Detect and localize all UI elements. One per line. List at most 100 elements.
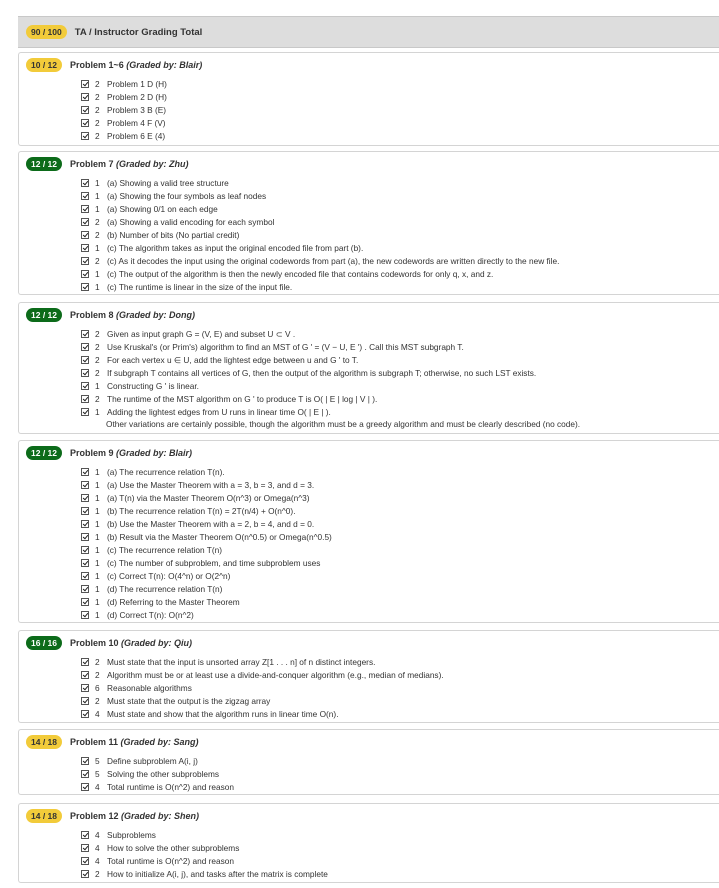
rubric-item: 1 (d) Correct T(n): O(n^2) (81, 608, 719, 621)
grading-section: 12 / 12 Problem 7 (Graded by: Zhu) 1 (a) Sh… (18, 151, 719, 295)
grader-label: (Graded by: Shen) (121, 811, 200, 821)
rubric-item: 4 Total runtime is O(n^2) and reason (81, 780, 719, 793)
rubric-points: 2 (95, 354, 100, 365)
grading-section: 14 / 18 Problem 11 (Graded by: Sang) 5 Defi… (18, 729, 719, 795)
rubric-list: 2 Must state that the input is unsorted a… (81, 655, 719, 720)
rubric-description: Problem 4 F (V) (107, 117, 166, 128)
rubric-description: (b) Number of bits (No partial credit) (107, 229, 240, 240)
checked-checkbox-icon (81, 571, 89, 580)
checked-checkbox-icon (81, 756, 89, 765)
rubric-item: 2 Problem 4 F (V) (81, 116, 719, 129)
rubric-item: 1 Adding the lightest edges from U runs i… (81, 405, 719, 418)
checked-checkbox-icon (81, 480, 89, 489)
rubric-item: 1 (c) The output of the algorithm is then… (81, 267, 719, 280)
rubric-points: 1 (95, 609, 100, 620)
section-title: Problem 9 (Graded by: Blair) (70, 448, 192, 458)
rubric-points: 1 (95, 518, 100, 529)
rubric-points: 1 (95, 242, 100, 253)
checked-checkbox-icon (81, 191, 89, 200)
section-score-badge: 14 / 18 (26, 809, 62, 823)
total-score-badge: 90 / 100 (26, 25, 67, 39)
section-header: 12 / 12 Problem 7 (Graded by: Zhu) (19, 152, 719, 176)
rubric-item: 2 (a) Showing a valid encoding for each s… (81, 215, 719, 228)
rubric-description: (a) The recurrence relation T(n). (107, 466, 225, 477)
rubric-description: Define subproblem A(i, j) (107, 755, 198, 766)
rubric-item: 2 Problem 6 E (4) (81, 129, 719, 142)
rubric-points: 5 (95, 768, 100, 779)
rubric-description: (d) The recurrence relation T(n) (107, 583, 223, 594)
rubric-description: (a) Showing 0/1 on each edge (107, 203, 218, 214)
rubric-item: 4 Subproblems (81, 828, 719, 841)
problem-name: Problem 10 (70, 638, 122, 648)
section-score-badge: 16 / 16 (26, 636, 62, 650)
rubric-description: (a) Use the Master Theorem with a = 3, b… (107, 479, 315, 490)
rubric-description: For each vertex u ∈ U, add the lightest … (107, 354, 359, 365)
rubric-points: 1 (95, 380, 100, 391)
rubric-description: (c) The recurrence relation T(n) (107, 544, 222, 555)
rubric-description: (a) Showing a valid encoding for each sy… (107, 216, 275, 227)
rubric-points: 4 (95, 842, 100, 853)
rubric-points: 1 (95, 268, 100, 279)
checked-checkbox-icon (81, 558, 89, 567)
rubric-points: 1 (95, 479, 100, 490)
problem-name: Problem 9 (70, 448, 117, 458)
checked-checkbox-icon (81, 178, 89, 187)
section-score-badge: 12 / 12 (26, 446, 62, 460)
rubric-description: Problem 3 B (E) (107, 104, 167, 115)
rubric-description: (c) The runtime is linear in the size of… (107, 281, 293, 292)
rubric-points: 5 (95, 755, 100, 766)
checked-checkbox-icon (81, 696, 89, 705)
rubric-points: 1 (95, 531, 100, 542)
rubric-points: 4 (95, 781, 100, 792)
rubric-points: 1 (95, 583, 100, 594)
rubric-points: 2 (95, 229, 100, 240)
rubric-points: 4 (95, 708, 100, 719)
rubric-item: 2 For each vertex u ∈ U, add the lightest… (81, 353, 719, 366)
rubric-item: 1 (c) Correct T(n): O(4^n) or O(2^n) (81, 569, 719, 582)
rubric-list: 4 Subproblems 4 How to solve the other subp… (81, 828, 719, 880)
rubric-item: 1 (a) Showing 0/1 on each edge (81, 202, 719, 215)
rubric-item: 2 If subgraph T contains all vertices of … (81, 366, 719, 379)
grading-section: 14 / 18 Problem 12 (Graded by: Shen) 4 Subp… (18, 803, 719, 883)
rubric-description: How to initialize A(i, j), and tasks aft… (107, 868, 328, 879)
rubric-description: Solving the other subproblems (107, 768, 220, 779)
rubric-item: 1 (c) The runtime is linear in the size o… (81, 280, 719, 293)
rubric-description: Adding the lightest edges from U runs in… (107, 406, 331, 417)
rubric-description: (c) The algorithm takes as input the ori… (107, 242, 364, 253)
rubric-list: 2 Problem 1 D (H) 2 Problem 2 D (H) 2 Problem… (81, 77, 719, 142)
grading-section: 10 / 12 Problem 1~6 (Graded by: Blair) 2 Pr… (18, 52, 719, 146)
grader-label: (Graded by: Blair) (116, 448, 193, 458)
rubric-item: 2 How to initialize A(i, j), and tasks af… (81, 867, 719, 880)
checked-checkbox-icon (81, 79, 89, 88)
rubric-item: 1 (a) Showing a valid tree structure (81, 176, 719, 189)
grading-section: 12 / 12 Problem 9 (Graded by: Blair) 1 (a) … (18, 440, 719, 623)
grading-section: 12 / 12 Problem 8 (Graded by: Dong) 2 Given… (18, 302, 719, 434)
rubric-item: 2 Must state that the output is the zigza… (81, 694, 719, 707)
rubric-points: 1 (95, 492, 100, 503)
problem-name: Problem 1~6 (70, 60, 127, 70)
rubric-item: 1 (a) Use the Master Theorem with a = 3, … (81, 478, 719, 491)
checked-checkbox-icon (81, 709, 89, 718)
rubric-points: 1 (95, 505, 100, 516)
grading-total-header: 90 / 100 TA / Instructor Grading Total (18, 16, 719, 48)
rubric-item: 2 The runtime of the MST algorithm on G '… (81, 392, 719, 405)
checked-checkbox-icon (81, 843, 89, 852)
section-title: Problem 10 (Graded by: Qiu) (70, 638, 192, 648)
rubric-description: Must state that the input is unsorted ar… (107, 656, 376, 667)
section-header: 14 / 18 Problem 11 (Graded by: Sang) (19, 730, 719, 754)
checked-checkbox-icon (81, 329, 89, 338)
grading-section: 16 / 16 Problem 10 (Graded by: Qiu) 2 Must … (18, 630, 719, 723)
rubric-item: 5 Solving the other subproblems (81, 767, 719, 780)
rubric-description: Problem 6 E (4) (107, 130, 166, 141)
checked-checkbox-icon (81, 381, 89, 390)
checked-checkbox-icon (81, 519, 89, 528)
rubric-item: 2 Must state that the input is unsorted a… (81, 655, 719, 668)
rubric-points: 6 (95, 682, 100, 693)
rubric-points: 2 (95, 341, 100, 352)
rubric-item: 1 (c) The algorithm takes as input the or… (81, 241, 719, 254)
rubric-points: 2 (95, 216, 100, 227)
rubric-item: 2 Problem 1 D (H) (81, 77, 719, 90)
section-header: 12 / 12 Problem 9 (Graded by: Blair) (19, 441, 719, 465)
section-title: Problem 11 (Graded by: Sang) (70, 737, 199, 747)
problem-name: Problem 12 (70, 811, 122, 821)
